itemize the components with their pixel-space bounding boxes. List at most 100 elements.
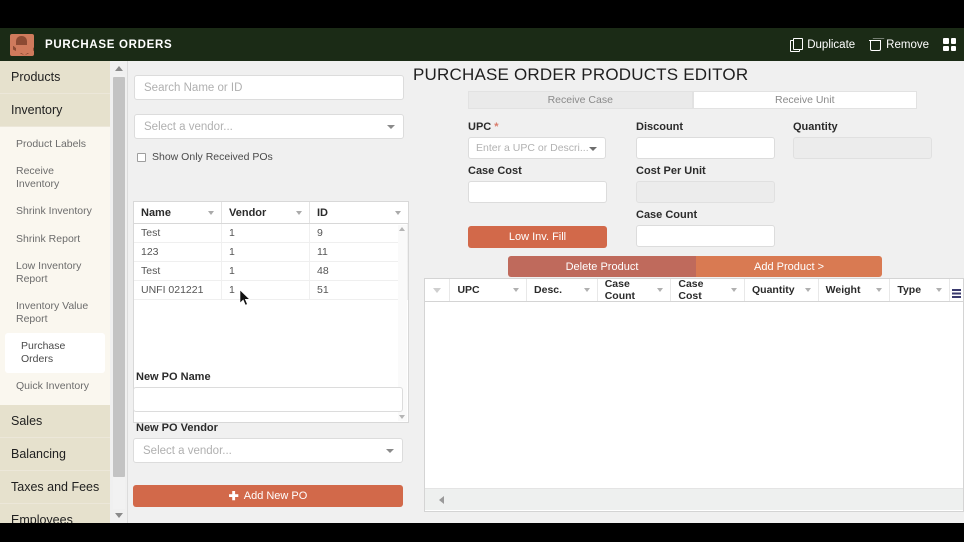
grid-view-icon[interactable]	[943, 38, 956, 51]
letterbox-bottom	[0, 523, 964, 542]
checkbox-label: Show Only Received POs	[152, 151, 273, 163]
cell-vendor: 1	[222, 281, 310, 299]
sidebar-scrollbar[interactable]	[110, 61, 128, 523]
scroll-left-arrow-icon[interactable]	[439, 495, 444, 504]
column-label: Case Count	[604, 278, 636, 302]
column-label: Quantity	[752, 284, 795, 296]
case-cost-input[interactable]	[468, 181, 607, 203]
chevron-down-icon	[876, 288, 883, 292]
upc-placeholder: Enter a UPC or Descri...	[476, 142, 589, 154]
sidebar-item-quick-inventory[interactable]: Quick Inventory	[0, 373, 110, 400]
cell-vendor: 1	[222, 262, 310, 280]
flower-logo-icon	[10, 33, 34, 56]
product-grid: UPC Desc. Case Count Case Cost Quantity …	[424, 278, 964, 512]
upc-select[interactable]: Enter a UPC or Descri...	[468, 137, 606, 159]
sidebar-item-low-inventory-report[interactable]: Low Inventory Report	[0, 253, 110, 293]
product-action-buttons: Delete Product Add Product >	[508, 256, 882, 277]
chevron-down-icon	[387, 125, 395, 129]
scroll-up-arrow-icon[interactable]	[115, 66, 123, 71]
upc-label: UPC *	[468, 121, 499, 133]
cell-id: 9	[310, 224, 408, 242]
delete-product-button[interactable]: Delete Product	[508, 256, 696, 277]
sidebar-item-label: Shrink Report	[16, 232, 81, 245]
sidebar-item-receive-inventory[interactable]: Receive Inventory	[0, 158, 110, 198]
new-po-vendor-value: Select a vendor...	[143, 444, 232, 457]
grid-column-quantity[interactable]: Quantity	[745, 279, 819, 301]
remove-button[interactable]: Remove	[868, 38, 929, 51]
chevron-down-icon	[513, 288, 520, 292]
chevron-down-icon	[583, 288, 590, 292]
chevron-down-icon	[296, 210, 302, 215]
chevron-down-icon	[936, 288, 943, 292]
low-inventory-fill-button[interactable]: Low Inv. Fill	[468, 226, 607, 248]
chevron-down-icon	[731, 288, 737, 292]
cell-name: UNFI 021221	[134, 281, 222, 299]
tab-receive-unit[interactable]: Receive Unit	[692, 91, 917, 109]
case-count-label: Case Count	[636, 209, 698, 221]
cell-name: Test	[134, 262, 222, 280]
sidebar-item-label: Shrink Inventory	[16, 205, 92, 218]
sidebar-item-inventory[interactable]: Inventory	[0, 94, 110, 127]
select-all-column[interactable]	[425, 279, 451, 301]
header-actions: Duplicate Remove	[790, 38, 964, 52]
grid-column-type[interactable]: Type	[890, 279, 951, 301]
new-po-vendor-select[interactable]: Select a vendor...	[133, 438, 403, 463]
discount-input[interactable]	[636, 137, 775, 159]
case-cost-label: Case Cost	[468, 165, 522, 177]
sidebar-item-inventory-value-report[interactable]: Inventory Value Report	[0, 293, 110, 333]
sidebar-item-product-labels[interactable]: Product Labels	[0, 131, 110, 158]
products-editor-panel: PURCHASE ORDER PRODUCTS EDITOR Receive C…	[411, 61, 964, 523]
chevron-down-icon	[657, 288, 664, 292]
quantity-label: Quantity	[793, 121, 838, 133]
sidebar-item-label: Products	[11, 70, 61, 84]
tab-receive-case[interactable]: Receive Case	[468, 91, 693, 109]
cost-per-unit-input	[636, 181, 775, 203]
scroll-up-arrow-icon[interactable]	[399, 227, 405, 231]
sidebar-item-label: Balancing	[11, 446, 66, 461]
cost-per-unit-label: Cost Per Unit	[636, 165, 706, 177]
table-row[interactable]: 123 1 11	[134, 243, 408, 262]
table-row[interactable]: UNFI 021221 1 51	[134, 281, 408, 300]
new-po-vendor-label: New PO Vendor	[136, 422, 218, 434]
cell-id: 48	[310, 262, 408, 280]
grid-column-case-cost[interactable]: Case Cost	[671, 278, 745, 302]
grid-column-upc[interactable]: UPC	[450, 279, 528, 301]
discount-label: Discount	[636, 121, 684, 133]
sidebar-item-products[interactable]: Products	[0, 61, 110, 94]
sidebar-item-taxes-and-fees[interactable]: Taxes and Fees	[0, 470, 110, 504]
duplicate-button[interactable]: Duplicate	[790, 38, 855, 52]
vendor-filter-value: Select a vendor...	[144, 120, 233, 133]
case-count-input[interactable]	[636, 225, 775, 247]
remove-label: Remove	[886, 38, 929, 51]
grid-column-desc[interactable]: Desc.	[527, 279, 598, 301]
scrollbar-thumb[interactable]	[113, 77, 125, 477]
sidebar-item-sales[interactable]: Sales	[0, 404, 110, 438]
table-row[interactable]: Test 1 9	[134, 224, 408, 243]
sidebar-item-shrink-report[interactable]: Shrink Report	[0, 226, 110, 253]
table-row[interactable]: Test 1 48	[134, 262, 408, 281]
sidebar-item-label: Receive Inventory	[16, 165, 60, 191]
grid-column-case-count[interactable]: Case Count	[598, 278, 672, 302]
cell-name: Test	[134, 224, 222, 242]
add-new-po-button[interactable]: ✚ Add New PO	[133, 485, 403, 507]
grid-column-weight[interactable]: Weight	[819, 279, 891, 301]
sidebar-item-balancing[interactable]: Balancing	[0, 437, 110, 471]
cell-id: 51	[310, 281, 408, 299]
vendor-filter-select[interactable]: Select a vendor...	[134, 114, 404, 139]
column-label: Weight	[825, 284, 861, 296]
chevron-down-icon	[433, 287, 442, 293]
column-label: Name	[141, 206, 171, 219]
sidebar-item-shrink-inventory[interactable]: Shrink Inventory	[0, 198, 110, 225]
search-input[interactable]	[134, 75, 404, 100]
column-header-id[interactable]: ID	[310, 202, 408, 223]
show-received-pos-checkbox[interactable]: Show Only Received POs	[137, 151, 406, 163]
po-table-header: Name Vendor ID	[134, 202, 408, 224]
column-header-name[interactable]: Name	[134, 202, 222, 223]
column-header-vendor[interactable]: Vendor	[222, 202, 310, 223]
list-menu-icon[interactable]	[950, 279, 963, 301]
new-po-name-input[interactable]	[133, 387, 403, 412]
sidebar-item-purchase-orders[interactable]: Purchase Orders	[5, 333, 105, 374]
add-product-button[interactable]: Add Product >	[696, 256, 882, 277]
scroll-down-arrow-icon[interactable]	[115, 513, 123, 518]
sidebar-item-employees[interactable]: Employees	[0, 503, 110, 523]
